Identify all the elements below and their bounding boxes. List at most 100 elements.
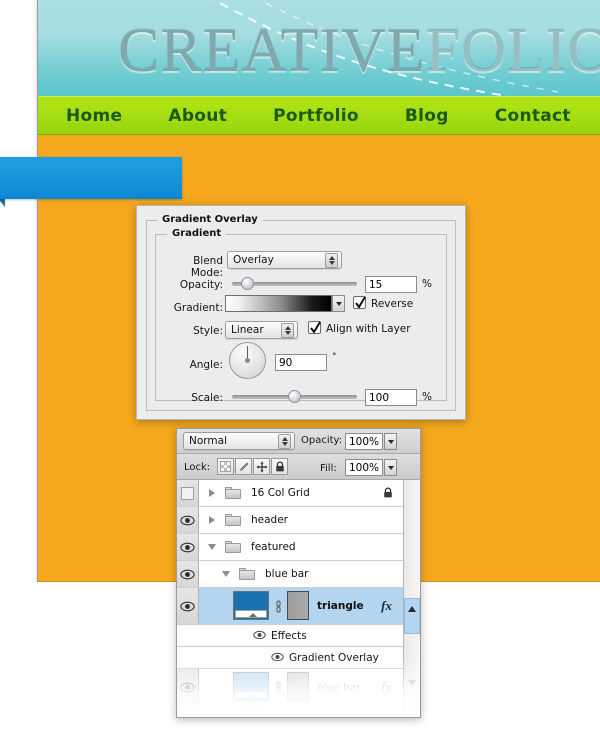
fill-label: Fill: [320,463,337,474]
layer-thumbnail[interactable] [233,709,269,717]
blend-mode-label: Blend Mode: [190,255,223,279]
layer-visibility-toggle[interactable] [177,669,199,706]
layer-fx-icon[interactable]: fx [381,679,392,695]
logo-bold: CREATIVE [118,17,426,85]
style-stepper-icon[interactable] [281,323,294,338]
layer-fill-dropdown-button[interactable] [384,459,397,476]
table-row[interactable]: Gradient Overlay [177,647,404,669]
layer-mask-link-icon[interactable] [273,680,283,696]
layer-blend-mode-stepper-icon[interactable] [278,434,291,449]
layer-expand-arrow-icon[interactable] [209,489,215,497]
scale-input[interactable]: 100 [365,389,417,406]
angle-unit: ° [332,352,337,362]
layer-mask-thumbnail[interactable] [287,672,309,701]
table-row[interactable]: noise [177,706,404,717]
nav-link-blog[interactable]: Blog [395,102,459,130]
list-item: triangle [317,600,364,612]
layer-fill-input[interactable]: 100% [345,459,383,476]
gradient-preview[interactable] [225,295,332,312]
style-select[interactable]: Linear [225,321,298,339]
layer-locked-icon [382,487,394,502]
layer-blend-mode-select[interactable]: Normal [183,432,295,450]
lock-transparency-icon[interactable] [217,458,234,475]
layer-visibility-toggle[interactable] [177,588,199,624]
table-row[interactable]: featured [177,534,404,561]
table-row[interactable]: triangle fx [177,588,404,625]
blend-mode-stepper-icon[interactable] [325,253,338,268]
nav-item-blog[interactable]: Blog [395,102,459,130]
angle-label: Angle: [189,359,223,371]
layer-opacity-input[interactable]: 100% [345,433,383,450]
scale-label: Scale: [191,392,223,404]
layer-visibility-toggle[interactable] [177,534,199,560]
table-row[interactable]: 16 Col Grid [177,480,404,507]
blend-mode-select[interactable]: Overlay [227,251,342,269]
angle-input[interactable]: 90 [275,354,327,371]
effect-spacer [177,647,199,668]
logo-light: FOLIO [425,17,600,85]
table-row[interactable]: blue bar fx [177,669,404,706]
nav-link-contact[interactable]: Contact [485,102,581,130]
layer-mask-link-icon[interactable] [273,599,283,615]
nav-item-about[interactable]: About [158,102,237,130]
list-item: Effects [271,629,307,642]
effects-visibility-icon[interactable] [253,630,266,643]
layers-panel: Normal Opacity: 100% Lock: Fill: 100% 16… [176,428,421,718]
layer-visibility-toggle[interactable] [177,561,199,587]
lock-all-icon[interactable] [271,458,288,475]
nav-link-portfolio[interactable]: Portfolio [263,102,369,130]
scroll-up-icon[interactable] [408,606,416,612]
layer-thumbnail[interactable] [233,591,269,620]
screenshot-root: CREATIVEFOLIO Home About Portfolio Blog … [0,0,600,734]
gradient-picker-button[interactable] [332,295,345,312]
eye-icon [180,682,195,693]
layer-fx-icon[interactable]: fx [381,598,392,614]
lock-move-icon[interactable] [253,458,270,475]
effect-visibility-icon[interactable] [271,652,284,665]
opacity-slider[interactable] [232,277,357,291]
lock-brush-icon[interactable] [235,458,252,475]
layer-thumbnail[interactable] [233,672,269,701]
table-row[interactable]: header [177,507,404,534]
layer-expand-arrow-icon[interactable] [209,516,215,524]
layers-scrollbar[interactable] [403,480,420,717]
layer-visibility-toggle[interactable] [177,507,199,533]
scale-slider-knob[interactable] [288,390,301,403]
list-item: header [251,514,288,526]
style-value: Linear [231,324,264,336]
opacity-slider-knob[interactable] [241,277,254,290]
table-row[interactable]: blue bar [177,561,404,588]
scrollbar-thumb[interactable] [404,598,420,634]
layer-opacity-dropdown-button[interactable] [384,433,397,450]
gradient-overlay-group-label: Gradient Overlay [157,214,263,225]
opacity-label: Opacity: [179,279,223,291]
layer-mask-thumbnail[interactable] [287,591,309,620]
layer-visibility-toggle[interactable] [177,706,199,717]
layer-blend-mode-value: Normal [189,435,227,447]
opacity-input[interactable]: 15 [365,276,417,293]
layers-list: 16 Col Grid header featured blue bar tri… [177,480,420,717]
layers-panel-top-row: Normal Opacity: 100% [177,429,420,454]
nav-link-home[interactable]: Home [56,102,132,130]
nav-item-portfolio[interactable]: Portfolio [263,102,369,130]
eye-icon [271,652,284,662]
reverse-checkbox[interactable] [353,296,366,309]
list-item: blue bar [317,681,361,694]
angle-dial[interactable] [229,342,266,379]
table-row[interactable]: Effects [177,625,404,647]
list-item: 16 Col Grid [251,487,310,499]
list-item: featured [251,541,296,553]
nav-item-contact[interactable]: Contact [485,102,581,130]
layer-collapse-arrow-icon[interactable] [222,571,230,577]
nav-link-about[interactable]: About [158,102,237,130]
site-nav[interactable]: Home About Portfolio Blog Contact [38,96,600,135]
layer-collapse-arrow-icon[interactable] [208,544,216,550]
eye-icon [180,601,195,611]
scroll-down-icon[interactable] [408,680,416,686]
nav-item-home[interactable]: Home [56,102,132,130]
align-with-layer-checkbox[interactable] [308,321,321,334]
layer-visibility-toggle[interactable] [177,480,199,506]
angle-dial-hub [245,358,250,363]
layers-panel-lock-row: Lock: Fill: 100% [177,454,420,480]
scale-slider[interactable] [232,390,357,404]
